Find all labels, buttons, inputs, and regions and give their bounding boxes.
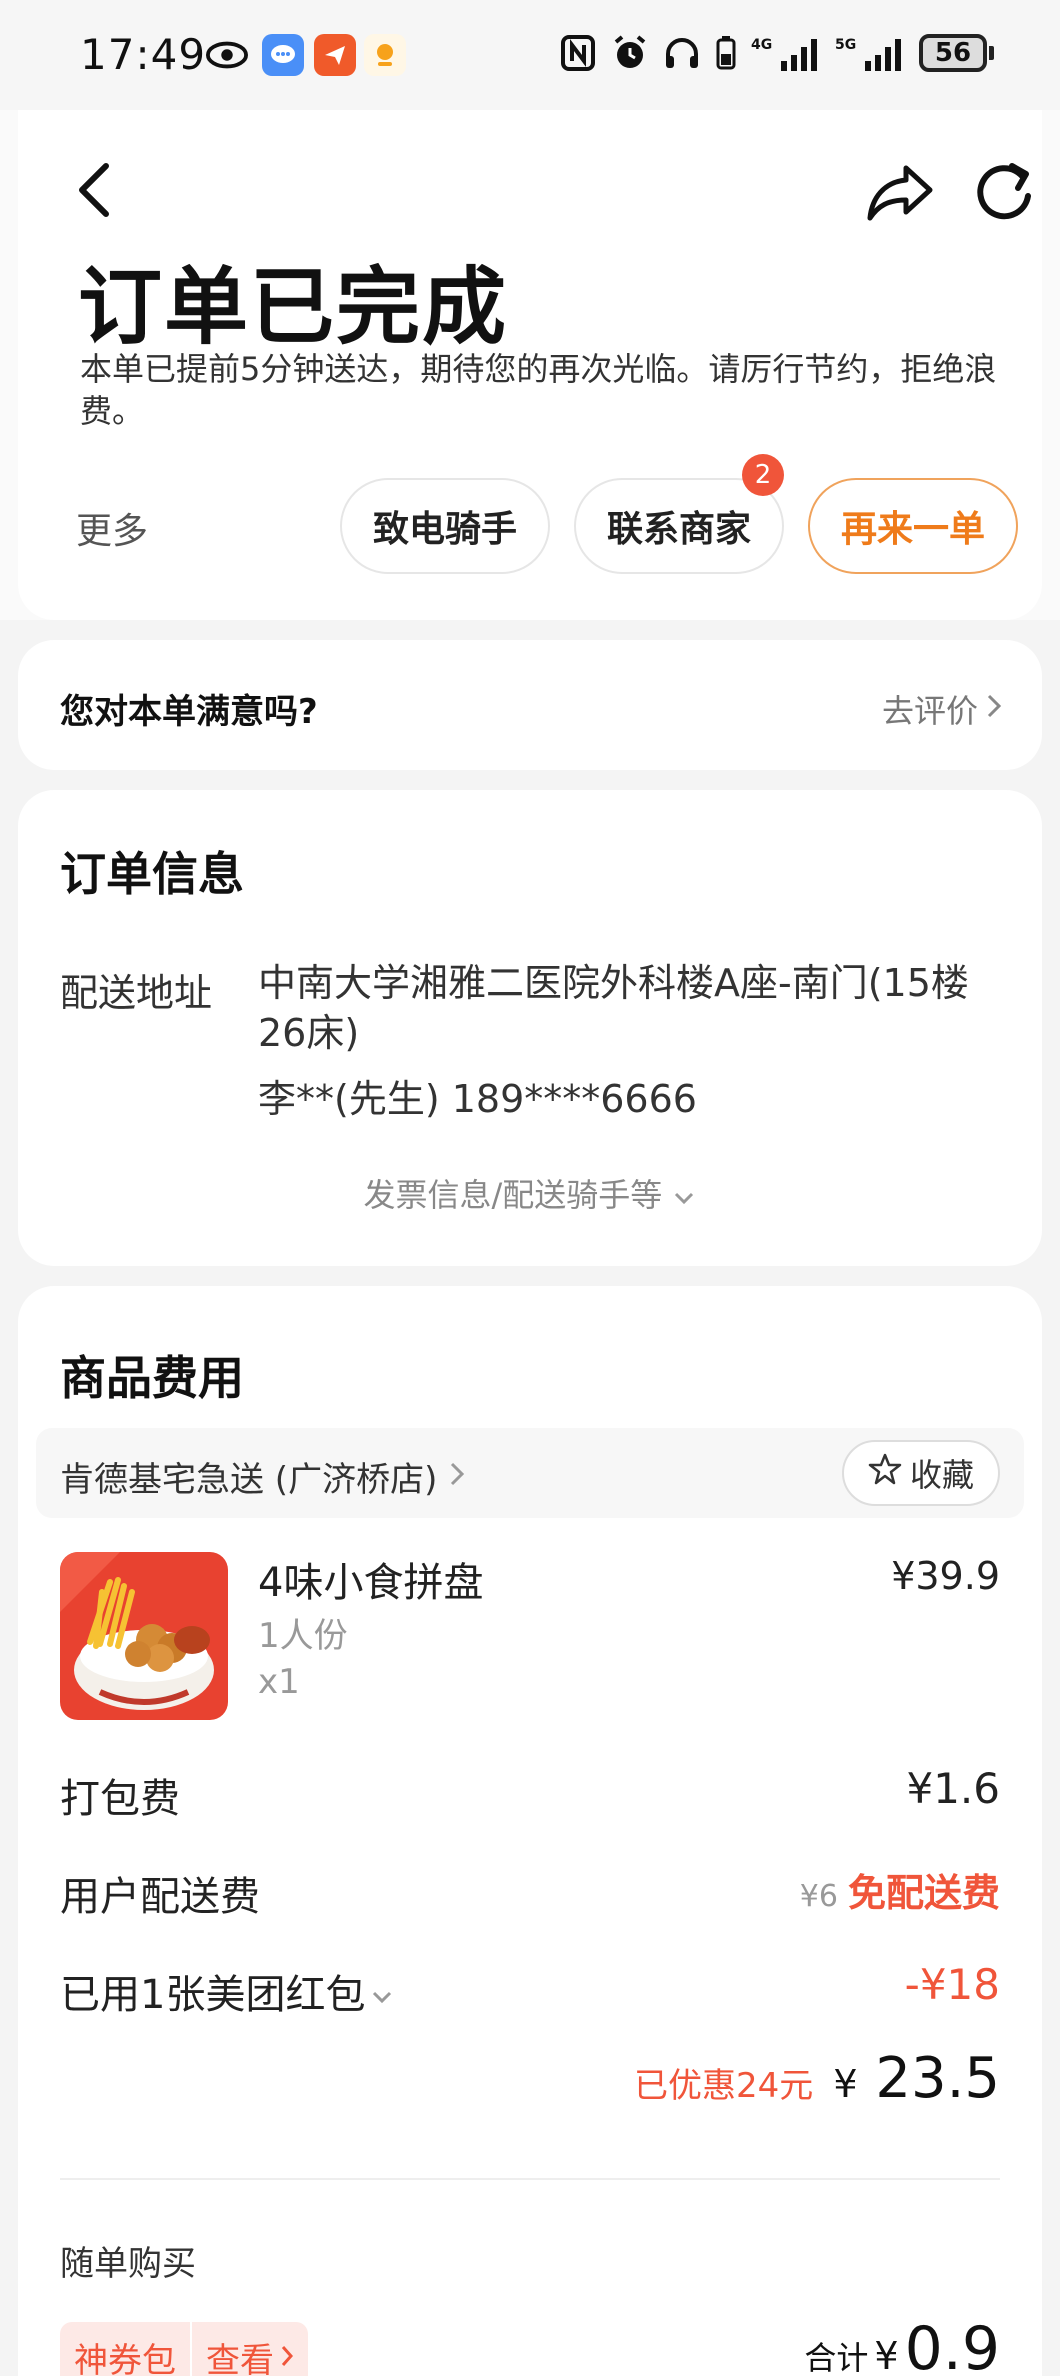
status-time: 17:49 [80,30,207,79]
total-value: 23.5 [875,2046,1000,2111]
more-button[interactable]: 更多 [76,502,148,554]
reorder-button[interactable]: 再来一单 [808,478,1018,574]
store-name: 肯德基宅急送 (广济桥店) [60,1460,438,1500]
chevron-down-icon [371,1968,393,2014]
rating-card[interactable]: 您对本单满意吗? 去评价 [18,640,1042,770]
delivery-note: 本单已提前5分钟送达，期待您的再次光临。请厉行节约，拒绝浪费。 [80,350,997,430]
red-packet-value: -¥18 [904,1960,1000,2009]
chevron-right-icon [986,690,1002,728]
saved-amount-text: 已优惠24元 [634,2066,814,2106]
alarm-icon [611,34,649,72]
eye-icon [206,34,248,76]
merchant-message-badge: 2 [742,454,784,496]
store-row[interactable]: 肯德基宅急送 (广济桥店) 收藏 [36,1428,1024,1518]
page-title: 订单已完成 [78,258,509,356]
view-coupon-button[interactable]: 查看 [190,2322,308,2376]
address-label: 配送地址 [60,971,213,1015]
nfc-icon [559,34,597,72]
go-rate-link[interactable]: 去评价 [882,686,1002,732]
product-quantity: x1 [258,1662,300,1702]
refresh-icon[interactable] [974,162,1034,222]
red-packet-label: 已用1张美团红包 [60,1972,366,2018]
battery-indicator: 56 [919,34,994,72]
signal-4g-label: 4G [751,37,772,53]
total-amount: ¥ 23.5 [833,2046,1000,2111]
delivery-fee-value: ¥6 免配送费 [800,1862,1000,1917]
delivery-address: 中南大学湘雅二医院外科楼A座-南门(15楼26床) [258,961,969,1055]
addon-total-currency: ¥ [874,2334,899,2376]
free-delivery-tag: 免配送费 [847,1871,1000,1915]
status-right: 4G 5G 56 [559,34,994,72]
divider [60,2178,1000,2180]
addon-total: 合计 ¥ 0.9 [804,2314,1000,2376]
headphones-icon [663,34,701,72]
expand-more-label: 发票信息/配送骑手等 [363,1176,663,1214]
signal-4g-icon: 4G [751,34,821,72]
store-name-link[interactable]: 肯德基宅急送 (广济桥店) [60,1452,465,1501]
delivery-fee-label: 用户配送费 [60,1874,260,1920]
share-icon[interactable] [866,162,936,222]
rating-question: 您对本单满意吗? [60,692,318,732]
expand-more-info[interactable]: 发票信息/配送骑手等 [18,1170,1042,1216]
battery-level: 56 [919,34,987,72]
addon-total-value: 0.9 [904,2314,1000,2376]
product-price: ¥39.9 [891,1554,1000,1598]
goods-fee-title: 商品费用 [60,1351,244,1405]
product-spec: 1人份 [258,1616,348,1656]
favorite-button[interactable]: 收藏 [841,1440,1000,1506]
contact-info: 李**(先生) 189****6666 [258,1077,697,1121]
packing-fee-label: 打包费 [60,1776,180,1822]
addon-total-label: 合计 [804,2339,869,2376]
coupon-pack-tag[interactable]: 神券包 查看 [60,2322,308,2376]
delivery-fee-original: ¥6 [799,1879,838,1914]
order-status-section: 订单已完成 本单已提前5分钟送达，期待您的再次光临。请厉行节约，拒绝浪费。 更多… [0,110,1060,620]
phone-battery-icon [715,34,737,72]
back-icon[interactable] [74,160,124,220]
meituan-rider-app-icon [364,34,406,76]
goods-fee-card: 商品费用 肯德基宅急送 (广济桥店) 收藏 4味小食拼盘 1人份 x1 ¥39.… [18,1286,1042,2376]
view-coupon-label: 查看 [206,2340,274,2376]
total-row: 已优惠24元 ¥ 23.5 [634,2046,1000,2111]
chevron-right-icon [449,1457,465,1497]
order-info-title: 订单信息 [60,847,244,901]
total-currency: ¥ [833,2062,858,2106]
go-rate-label: 去评价 [881,692,978,730]
addon-title: 随单购买 [60,2244,196,2284]
chevron-right-icon [280,2337,294,2376]
product-name: 4味小食拼盘 [258,1560,484,1606]
send-app-icon [314,34,356,76]
status-bar: 17:49 4G 5G 56 [0,0,1060,110]
message-app-icon [262,34,304,76]
red-packet-toggle[interactable]: 已用1张美团红包 [60,1962,393,2020]
product-image[interactable] [60,1552,228,1720]
packing-fee-value: ¥1.6 [906,1764,1000,1813]
call-rider-button[interactable]: 致电骑手 [340,478,550,574]
favorite-label: 收藏 [909,1456,974,1494]
coupon-pack-label: 神券包 [60,2322,190,2376]
chevron-down-icon [672,1176,696,1214]
star-icon [868,1452,902,1494]
order-info-card: 订单信息 配送地址 中南大学湘雅二医院外科楼A座-南门(15楼26床) 李**(… [18,790,1042,1266]
signal-5g-label: 5G [835,37,856,53]
signal-5g-icon: 5G [835,34,905,72]
